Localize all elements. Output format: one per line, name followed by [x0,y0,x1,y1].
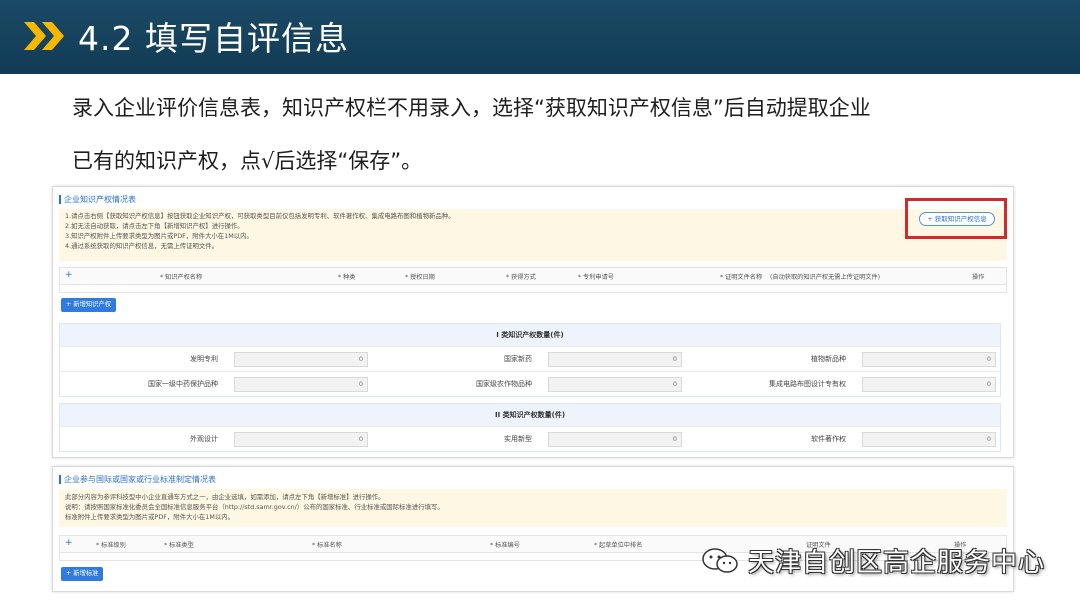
col-header: * 标准名称 [312,542,342,549]
ip-note: 4.通过系统获取的知识产权信息，无需上传证明文件。 [65,242,219,250]
ip-panel: 企业知识产权情况表 1.请点击右侧【获取知识产权信息】按钮获取企业知识产权，可获… [52,186,1014,458]
count-input[interactable]: 0 [862,377,996,392]
field-label: 国家一级中药保护品种 [148,380,218,388]
ip-note: 1.请点击右侧【获取知识产权信息】按钮获取企业知识产权，可获取类型目前仅包括发明… [65,212,455,220]
class1-block: I 类知识产权数量(件) 发明专利 0 国家新药 0 植物新品种 0 国家一级中… [59,323,1001,397]
add-ip-button[interactable]: + 新增知识产权 [61,298,117,312]
col-header-note: (自动获取的知识产权无需上传证明文件) [770,274,881,281]
field-label: 实用新型 [504,435,532,443]
class2-title: II 类知识产权数量(件) [60,404,1000,426]
std-section-title: 企业参与国际或国家或行业标准制定情况表 [59,475,216,484]
ip-section-title: 企业知识产权情况表 [59,195,136,204]
add-standard-button[interactable]: + 新增标准 [61,567,104,581]
field-label: 集成电路布图设计专有权 [769,380,846,388]
field-label: 植物新品种 [811,355,846,363]
std-notice: 此部分内容为参评科技型中小企业直通车方式之一，由企业选填，如需添加，请点左下角【… [59,489,1007,527]
std-note: 标准附件上传要求类型为图片或PDF，附件大小在1M以内。 [65,513,235,521]
add-row-plus-icon[interactable]: + [65,270,73,280]
count-input[interactable]: 0 [234,432,368,447]
class1-row: 国家一级中药保护品种 0 国家级农作物品种 0 集成电路布图设计专有权 0 [60,371,1000,396]
count-input[interactable]: 0 [548,352,682,367]
field-label: 软件著作权 [811,435,846,443]
class1-row: 发明专利 0 国家新药 0 植物新品种 0 [60,346,1000,371]
col-header: * 证明文件名称 [720,274,763,281]
col-header: * 起草单位中排名 [594,542,643,549]
col-header: * 种类 [338,274,356,281]
field-label: 发明专利 [190,355,218,363]
header-banner: 4.2 填写自评信息 [0,0,1080,74]
field-label: 国家级农作物品种 [476,380,532,388]
ip-note: 3.知识产权附件上传要求类型为图片或PDF，附件大小在1M以内。 [65,232,253,240]
field-label: 外观设计 [190,435,218,443]
add-row-plus-icon[interactable]: + [65,538,73,548]
col-header: * 标准级别 [96,542,126,549]
col-header: * 标准类型 [164,542,194,549]
std-note: 此部分内容为参评科技型中小企业直通车方式之一，由企业选填，如需添加，请点左下角【… [65,493,385,501]
chevron-arrow-icon [24,22,64,50]
col-header: * 标准编号 [490,542,520,549]
field-label: 国家新药 [504,355,532,363]
count-input[interactable]: 0 [548,432,682,447]
watermark-text: 天津自创区高企服务中心 [748,548,1046,578]
count-input[interactable]: 0 [548,377,682,392]
col-header: 操作 [972,274,985,281]
class2-block: II 类知识产权数量(件) 外观设计 0 实用新型 0 软件著作权 0 [59,403,1001,452]
count-input[interactable]: 0 [862,432,996,447]
count-input[interactable]: 0 [234,377,368,392]
class2-row: 外观设计 0 实用新型 0 软件著作权 0 [60,426,1000,451]
instruction-line-2: 已有的知识产权，点√后选择“保存”。 [72,149,423,173]
col-header: * 知识产权名称 [160,274,203,281]
ip-table-header: + * 知识产权名称 * 种类 * 授权日期 * 获得方式 * 专利申请号 * … [59,267,1007,285]
ip-notice: 1.请点击右侧【获取知识产权信息】按钮获取企业知识产权，可获取类型目前仅包括发明… [59,209,1007,261]
col-header: * 授权日期 [405,274,435,281]
slide-title: 4.2 填写自评信息 [78,19,349,58]
class1-title: I 类知识产权数量(件) [60,324,1000,346]
count-input[interactable]: 0 [234,352,368,367]
instruction-line-1: 录入企业评价信息表，知识产权栏不用录入，选择“获取知识产权信息”后自动提取企业 [72,96,871,120]
highlight-box [905,198,1007,239]
std-note: 说明：请按照国家标准化委员会全国标准信息服务平台（http://std.samr… [65,503,444,511]
wechat-icon [702,548,738,573]
col-header: * 专利申请号 [578,274,614,281]
col-header: * 获得方式 [506,274,536,281]
ip-note: 2.如无法自动获取，请点击左下角【新增知识产权】进行操作。 [65,222,244,230]
count-input[interactable]: 0 [862,352,996,367]
ip-table-body [59,285,1007,293]
